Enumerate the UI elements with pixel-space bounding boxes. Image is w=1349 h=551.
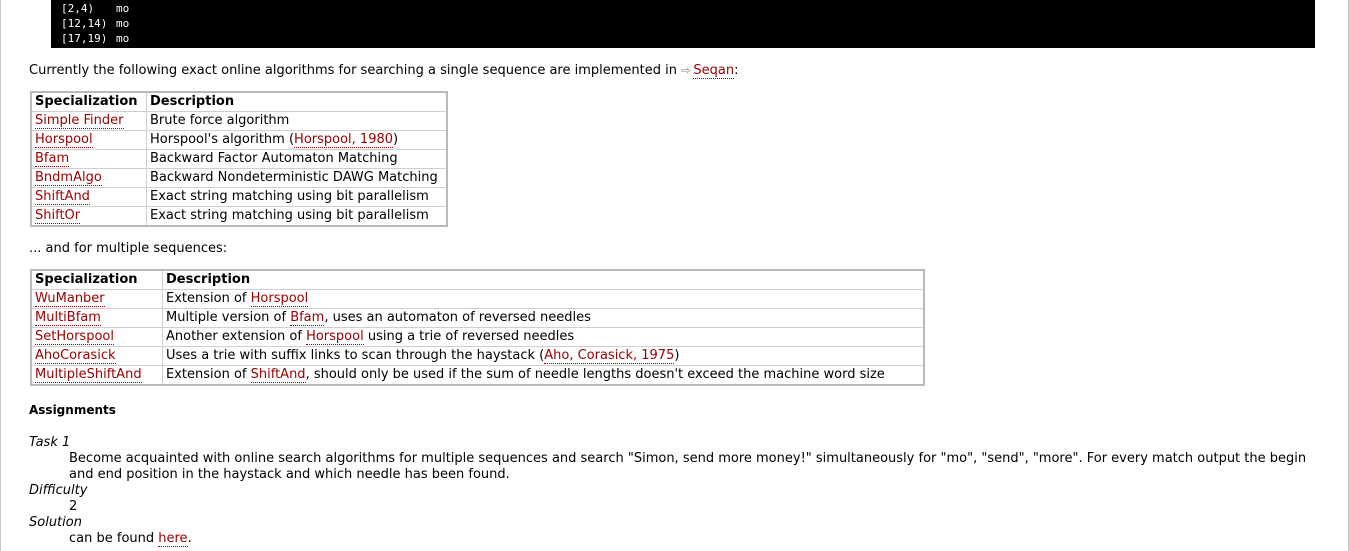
- reference-link[interactable]: Bfam: [290, 310, 325, 326]
- table-row: SetHorspool Another extension of Horspoo…: [30, 327, 925, 347]
- reference-link[interactable]: ShiftAnd: [250, 367, 306, 383]
- intro-text: Currently the following exact online alg…: [29, 63, 677, 78]
- task-text: Become acquainted with online search alg…: [69, 451, 1307, 482]
- citation-link[interactable]: Horspool, 1980: [294, 132, 394, 148]
- specialization-link[interactable]: Bfam: [35, 151, 70, 167]
- difficulty-label: Difficulty: [29, 483, 88, 498]
- description-cell: Another extension of Horspool using a tr…: [162, 327, 925, 347]
- solution-label: Solution: [29, 515, 82, 530]
- code-line: [2,4) mo: [61, 2, 130, 15]
- table-header-row: Specialization Description: [30, 269, 925, 290]
- reference-link[interactable]: Horspool: [250, 291, 309, 307]
- reference-link[interactable]: Horspool: [306, 329, 364, 345]
- assignments-heading: Assignments: [29, 403, 116, 417]
- solution-here-link[interactable]: here: [158, 531, 188, 547]
- table-row: MultiBfam Multiple version of Bfam, uses…: [30, 308, 925, 328]
- code-output-block: [2,4) mo [12,14) mo [17,19) mo: [51, 0, 1315, 48]
- description-cell: Backward Nondeterministic DAWG Matching: [146, 168, 448, 188]
- specialization-link[interactable]: ShiftOr: [35, 208, 81, 224]
- table-row: BndmAlgo Backward Nondeterministic DAWG …: [30, 168, 448, 188]
- code-line: [12,14) mo: [61, 17, 130, 30]
- assignment-list: Task 1 Become acquainted with online sea…: [29, 435, 1319, 547]
- specialization-link[interactable]: BndmAlgo: [35, 170, 102, 186]
- code-line: [17,19) mo: [61, 32, 130, 45]
- task-label: Task 1: [29, 435, 71, 450]
- citation-link[interactable]: Aho, Corasick, 1975: [544, 348, 675, 364]
- table-row: ShiftAnd Exact string matching using bit…: [30, 187, 448, 207]
- specialization-link[interactable]: MultiBfam: [35, 310, 101, 326]
- table-row: Horspool Horspool's algorithm (Horspool,…: [30, 130, 448, 150]
- table-header-row: Specialization Description: [30, 91, 448, 112]
- table-row: Simple Finder Brute force algorithm: [30, 111, 448, 131]
- table-row: AhoCorasick Uses a trie with suffix link…: [30, 346, 925, 366]
- description-cell: Extension of ShiftAnd, should only be us…: [162, 365, 925, 386]
- table-row: MultipleShiftAnd Extension of ShiftAnd, …: [30, 365, 925, 386]
- specialization-link[interactable]: Simple Finder: [35, 113, 124, 129]
- multiple-sequences-intro: ... and for multiple sequences:: [29, 241, 228, 256]
- table-row: WuManber Extension of Horspool: [30, 289, 925, 309]
- description-cell: Backward Factor Automaton Matching: [146, 149, 448, 169]
- specialization-link[interactable]: SetHorspool: [35, 329, 114, 345]
- specialization-link[interactable]: AhoCorasick: [35, 348, 116, 364]
- description-cell: Brute force algorithm: [146, 111, 448, 131]
- external-link-icon: ⇨: [681, 64, 691, 77]
- description-cell: Exact string matching using bit parallel…: [146, 187, 448, 207]
- specialization-link[interactable]: WuManber: [35, 291, 105, 307]
- description-cell: Multiple version of Bfam, uses an automa…: [162, 308, 925, 328]
- table-row: Bfam Backward Factor Automaton Matching: [30, 149, 448, 169]
- multiple-sequence-table: Specialization Description WuManber Exte…: [30, 269, 925, 386]
- description-cell: Exact string matching using bit parallel…: [146, 206, 448, 227]
- seqan-link[interactable]: Seqan: [693, 63, 735, 79]
- column-header-specialization: Specialization: [30, 91, 147, 112]
- intro-paragraph: Currently the following exact online alg…: [29, 63, 739, 79]
- window-left-edge: [0, 0, 1, 551]
- specialization-link[interactable]: Horspool: [35, 132, 93, 148]
- column-header-specialization: Specialization: [30, 269, 163, 290]
- description-cell: Uses a trie with suffix links to scan th…: [162, 346, 925, 366]
- table-row: ShiftOr Exact string matching using bit …: [30, 206, 448, 227]
- single-sequence-table: Specialization Description Simple Finder…: [30, 91, 448, 227]
- description-cell: Extension of Horspool: [162, 289, 925, 309]
- column-header-description: Description: [162, 269, 925, 290]
- specialization-link[interactable]: MultipleShiftAnd: [35, 367, 142, 383]
- column-header-description: Description: [146, 91, 448, 112]
- specialization-link[interactable]: ShiftAnd: [35, 189, 90, 205]
- difficulty-value: 2: [69, 499, 78, 514]
- solution-text: can be found here.: [69, 531, 192, 547]
- description-cell: Horspool's algorithm (Horspool, 1980): [146, 130, 448, 150]
